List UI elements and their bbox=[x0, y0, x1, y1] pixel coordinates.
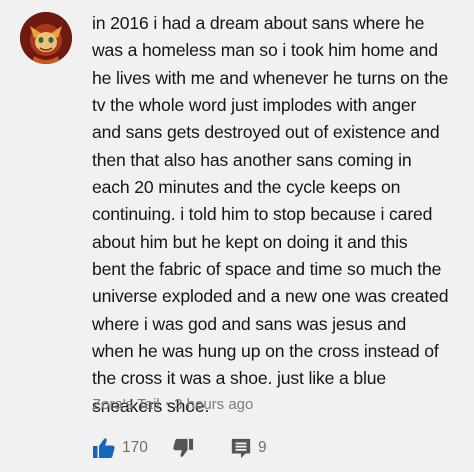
comment-line: he lives with me and whenever he turns o… bbox=[92, 67, 449, 88]
comment-meta: Zora's Tail • 3 hours ago bbox=[92, 396, 253, 413]
avatar-icon bbox=[20, 12, 72, 64]
reply-icon[interactable] bbox=[230, 437, 252, 459]
comment-line: tv the whole word just implodes with ang… bbox=[92, 95, 417, 116]
comment-line: each 20 minutes and the cycle keeps on bbox=[92, 177, 401, 198]
comment-line: bent the fabric of space and time so muc… bbox=[92, 259, 442, 280]
comment-line: then that also has another sans coming i… bbox=[92, 149, 412, 170]
comment-body: in 2016 i had a dream about sans where h… bbox=[92, 10, 468, 420]
like-count: 170 bbox=[122, 439, 148, 456]
reply-count: 9 bbox=[258, 439, 267, 456]
author-name[interactable]: Zora's Tail bbox=[92, 396, 160, 413]
comment-line: the cross it was a shoe. just like a blu… bbox=[92, 368, 387, 389]
comment-timestamp[interactable]: 3 hours ago bbox=[174, 396, 253, 413]
thumbs-up-icon[interactable] bbox=[92, 436, 116, 460]
comment-line: continuing. i told him to stop because i… bbox=[92, 204, 433, 225]
comment-line: where i was god and sans was jesus and bbox=[92, 313, 407, 334]
comment-actions: 170 9 bbox=[92, 436, 292, 460]
comment-line: and sans gets destroyed out of existence… bbox=[92, 122, 440, 143]
thumbs-down-icon[interactable] bbox=[172, 437, 194, 459]
comment-line: about him but he kept on doing it and th… bbox=[92, 231, 408, 252]
comment-line: in 2016 i had a dream about sans where h… bbox=[92, 13, 425, 33]
meta-separator: • bbox=[165, 399, 170, 410]
comment-line: when he was hung up on the cross instead… bbox=[92, 341, 439, 362]
comment-line: was a homeless man so i took him home an… bbox=[92, 40, 438, 61]
comment-line: universe exploded and a new one was crea… bbox=[92, 286, 449, 307]
avatar[interactable] bbox=[20, 12, 72, 64]
